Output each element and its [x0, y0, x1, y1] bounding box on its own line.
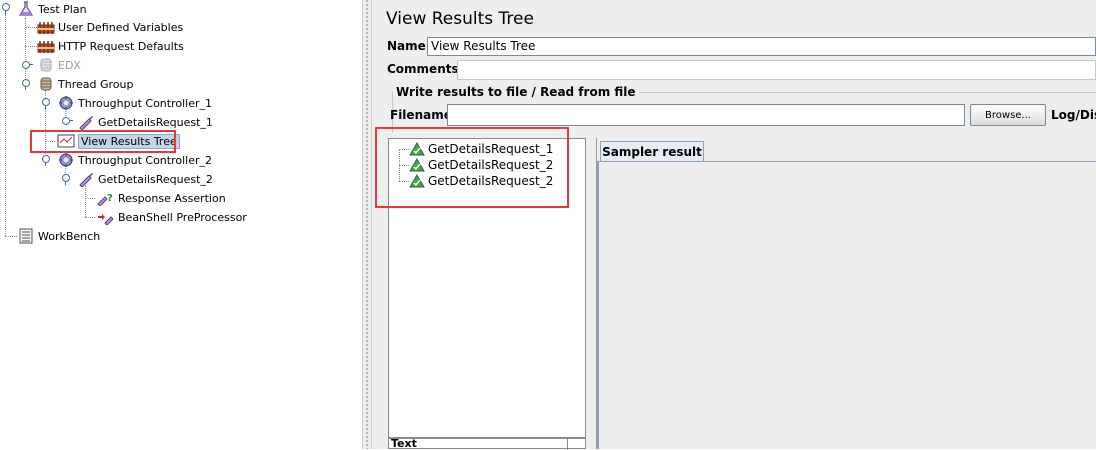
config-element-icon [37, 19, 55, 35]
view-results-tree-panel: View Results Tree Name: View Results Tre… [372, 0, 1096, 450]
tree-item-label: GetDetailsRequest_1 [98, 115, 213, 129]
comments-field[interactable] [457, 60, 1096, 80]
tree-item-label: WorkBench [38, 229, 101, 243]
tree-item-get-details-request-2[interactable]: GetDetailsRequest_2 [77, 170, 213, 188]
browse-button[interactable]: Browse... [970, 104, 1046, 126]
sampler-result-body [597, 161, 1096, 449]
tree-item-workbench[interactable]: WorkBench [17, 227, 100, 245]
controller-icon [57, 152, 75, 168]
expand-handle[interactable] [22, 61, 33, 69]
tree-connector [25, 46, 37, 47]
panel-title: View Results Tree [386, 9, 534, 29]
tree-item-label: Test Plan [38, 2, 87, 16]
tree-item-thread-group[interactable]: Thread Group [37, 75, 133, 93]
expand-handle[interactable] [2, 3, 10, 14]
tree-item-label: Throughput Controller_2 [78, 153, 212, 167]
tree-item-get-details-request-1[interactable]: GetDetailsRequest_1 [77, 113, 213, 131]
filename-input[interactable] [447, 104, 965, 126]
tree-item-label: User Defined Variables [58, 20, 184, 34]
tree-item-label: Response Assertion [118, 191, 226, 205]
log-display-label: Log/Disp [1051, 108, 1096, 122]
thread-group-icon [37, 76, 55, 92]
tree-connector [85, 198, 95, 199]
workbench-icon [17, 228, 35, 244]
comments-label: Comments: [387, 62, 464, 76]
file-group-title: Write results to file / Read from file [393, 85, 639, 99]
tree-connector [85, 217, 95, 218]
tab-sampler-result[interactable]: Sampler result [600, 141, 704, 162]
sampler-icon [77, 114, 95, 131]
render-selector[interactable]: Text [388, 437, 586, 450]
preprocessor-icon [97, 209, 115, 226]
tree-connector [25, 27, 37, 28]
thread-group-icon [37, 57, 55, 73]
svg-text:?: ? [107, 193, 113, 204]
tree-item-label: Throughput Controller_1 [78, 96, 212, 110]
expand-handle[interactable] [22, 79, 30, 90]
expand-handle[interactable] [42, 98, 50, 109]
name-label: Name: [387, 39, 431, 53]
tree-item-label: EDX [58, 58, 81, 72]
name-field[interactable]: View Results Tree [427, 37, 1096, 56]
highlight-box [30, 130, 176, 153]
tree-item-label: Thread Group [58, 77, 134, 91]
tree-item-label: BeanShell PreProcessor [118, 210, 247, 224]
render-selector-text: Text [391, 437, 417, 450]
assertion-icon: ? [97, 190, 115, 207]
tree-item-label: HTTP Request Defaults [58, 39, 184, 53]
tree-item-label: GetDetailsRequest_2 [98, 172, 213, 186]
tree-connector [85, 185, 86, 217]
tree-item-user-defined-variables[interactable]: User Defined Variables [37, 18, 183, 36]
expand-handle[interactable] [62, 117, 73, 125]
tree-item-http-request-defaults[interactable]: HTTP Request Defaults [37, 37, 184, 55]
tree-item-test-plan[interactable]: Test Plan [17, 0, 87, 18]
flask-icon [17, 1, 35, 17]
tree-connector [5, 14, 6, 236]
controller-icon [57, 95, 75, 111]
pane-splitter[interactable] [362, 0, 372, 449]
tree-connector [5, 236, 17, 237]
expand-handle[interactable] [42, 155, 50, 166]
config-element-icon [37, 38, 55, 54]
tree-item-edx[interactable]: EDX [37, 56, 81, 74]
test-plan-tree: Test Plan User Defined Variables HTTP Re… [0, 0, 362, 449]
tree-item-throughput-controller-2[interactable]: Throughput Controller_2 [57, 151, 212, 169]
tree-connector [25, 18, 26, 86]
filename-label: Filename [390, 108, 452, 122]
tree-item-response-assertion[interactable]: ? Response Assertion [97, 189, 226, 207]
tree-item-throughput-controller-1[interactable]: Throughput Controller_1 [57, 94, 212, 112]
expand-handle[interactable] [62, 174, 70, 185]
highlight-box [375, 127, 569, 208]
tree-item-beanshell-preprocessor[interactable]: BeanShell PreProcessor [97, 208, 247, 226]
sampler-icon [77, 171, 95, 188]
